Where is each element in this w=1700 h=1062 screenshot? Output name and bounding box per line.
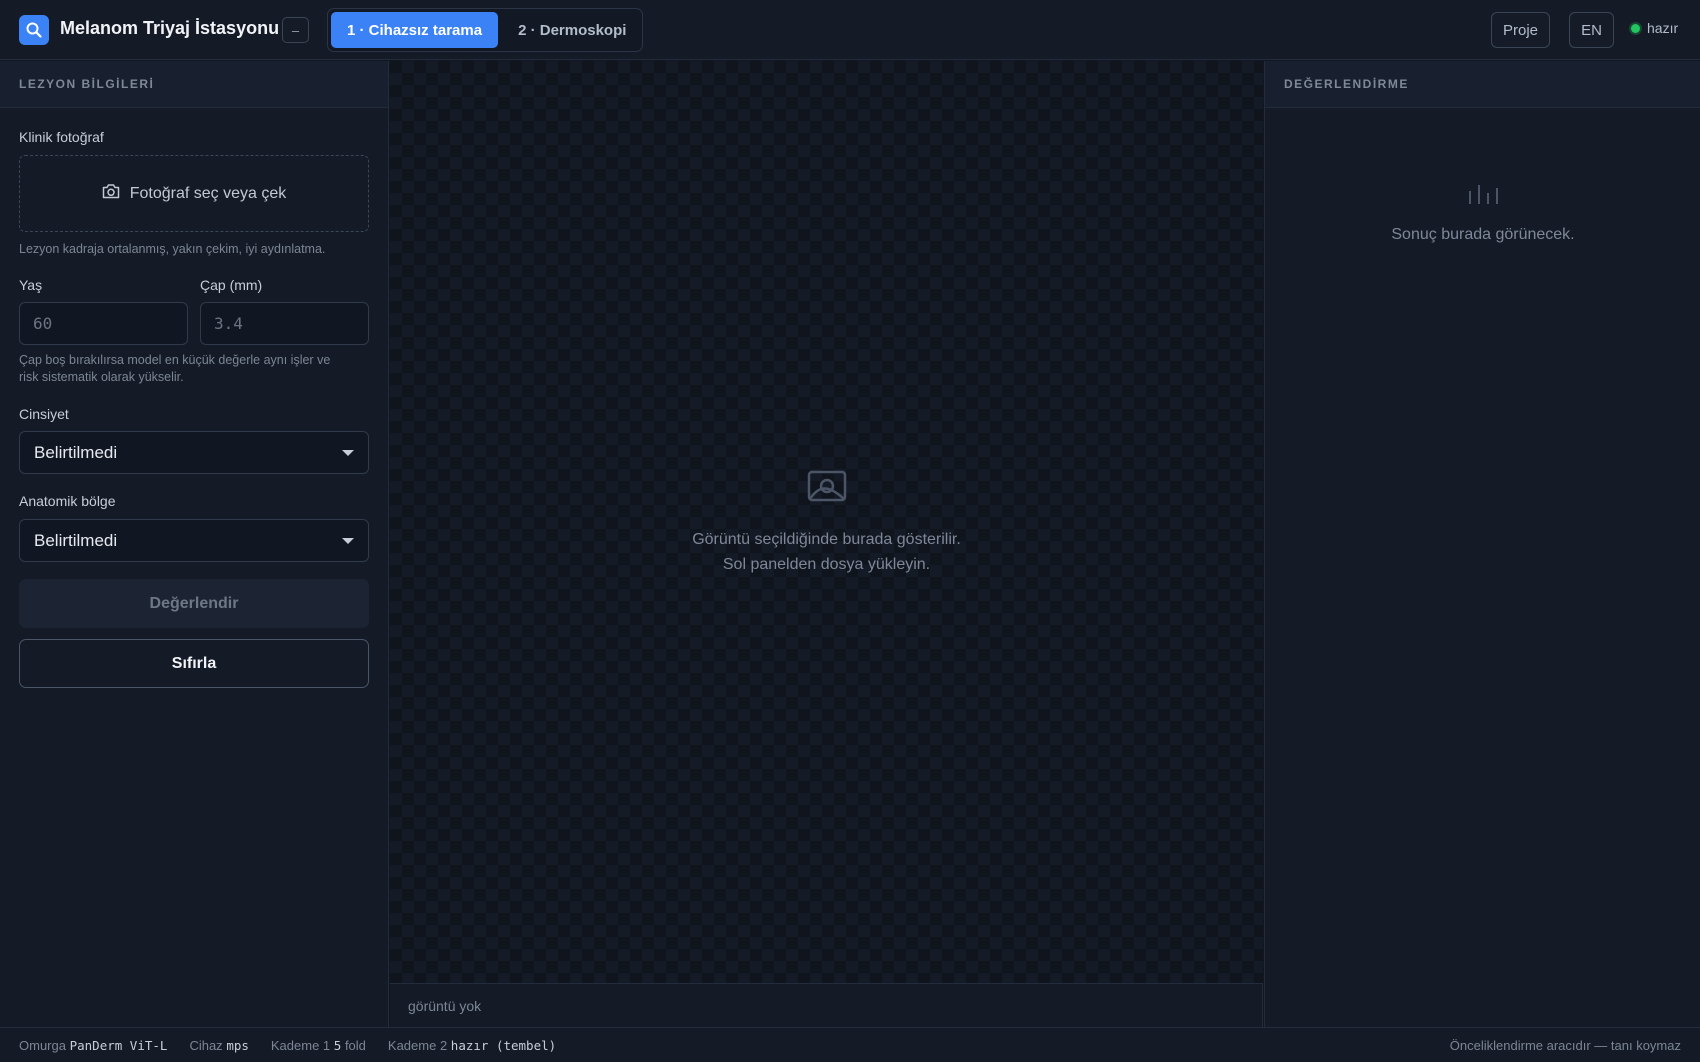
region-select[interactable]: Belirtilmedi bbox=[19, 519, 369, 562]
sex-select-value: Belirtilmedi bbox=[34, 442, 118, 462]
search-icon bbox=[19, 15, 49, 45]
app-title: Melanom Triyaj İstasyonu bbox=[60, 18, 280, 38]
region-select-value: Belirtilmedi bbox=[34, 530, 118, 550]
photo-upload-button[interactable]: Fotoğraf seç veya çek bbox=[19, 155, 369, 232]
mode-tabs: 1 · Cihazsız tarama 2 · Dermoskopi bbox=[327, 8, 643, 52]
project-button[interactable]: Proje bbox=[1491, 12, 1550, 48]
result-placeholder: Sonuç burada görünecek. bbox=[1265, 179, 1700, 244]
lesion-info-panel: LEZYON BİLGİLERİ Klinik fotoğraf Fotoğra… bbox=[0, 61, 389, 1027]
viewer-placeholder: Görüntü seçildiğinde burada gösterilir. … bbox=[390, 469, 1263, 577]
bar-chart-icon bbox=[1265, 179, 1700, 210]
status-text: hazır bbox=[1647, 20, 1679, 36]
age-input[interactable]: 60 bbox=[19, 302, 188, 345]
tab-dermoscopy[interactable]: 2 · Dermoskopi bbox=[502, 12, 642, 48]
disclaimer-text: Önceliklendirme aracıdır — tanı koymaz bbox=[1449, 1038, 1681, 1053]
tab-device-free-scan[interactable]: 1 · Cihazsız tarama bbox=[331, 12, 499, 48]
stage1-label: Kademe 1 bbox=[270, 1037, 331, 1053]
diameter-input[interactable]: 3.4 bbox=[200, 302, 369, 345]
stage2-value: hazır (tembel) bbox=[450, 1037, 557, 1053]
image-icon bbox=[390, 469, 1263, 509]
backbone-value: PanDerm ViT-L bbox=[69, 1037, 168, 1053]
device-info: Cihaz mps bbox=[189, 1038, 248, 1053]
language-button[interactable]: EN bbox=[1569, 12, 1614, 48]
viewer-footer-text: görüntü yok bbox=[408, 997, 482, 1014]
photo-hint: Lezyon kadraja ortalanmış, yakın çekim, … bbox=[19, 242, 326, 256]
backbone-info: Omurga PanDerm ViT-L bbox=[19, 1038, 167, 1053]
assessment-panel: DEĞERLENDİRME Sonuç burada görünecek. bbox=[1264, 61, 1700, 1027]
stage2-label: Kademe 2 bbox=[387, 1037, 448, 1053]
chevron-down-icon bbox=[342, 538, 354, 544]
stage1-value: 5 bbox=[333, 1037, 342, 1053]
viewer-placeholder-line-2: Sol panelden dosya yükleyin. bbox=[722, 556, 931, 573]
camera-icon bbox=[102, 183, 120, 204]
stage2-info: Kademe 2 hazır (tembel) bbox=[388, 1038, 556, 1053]
sex-label: Cinsiyet bbox=[19, 406, 69, 422]
diameter-label: Çap (mm) bbox=[200, 277, 263, 293]
image-viewer: Görüntü seçildiğinde burada gösterilir. … bbox=[390, 61, 1263, 983]
backbone-label: Omurga bbox=[19, 1037, 66, 1053]
panel-title: LEZYON BİLGİLERİ bbox=[0, 61, 388, 108]
evaluate-button[interactable]: Değerlendir bbox=[19, 579, 369, 628]
panel-title: DEĞERLENDİRME bbox=[1265, 61, 1700, 108]
reset-button[interactable]: Sıfırla bbox=[19, 639, 369, 688]
status-dot bbox=[1631, 23, 1640, 33]
sex-select[interactable]: Belirtilmedi bbox=[19, 431, 369, 474]
diameter-hint-line-2: risk sistematik olarak yükselir. bbox=[19, 370, 184, 384]
device-label: Cihaz bbox=[189, 1037, 223, 1053]
result-empty-text: Sonuç burada görünecek. bbox=[1391, 226, 1575, 243]
age-label: Yaş bbox=[19, 277, 43, 293]
photo-label: Klinik fotoğraf bbox=[19, 129, 104, 145]
stage1-info: Kademe 1 5 fold bbox=[271, 1038, 366, 1053]
top-bar: Melanom Triyaj İstasyonu – 1 · Cihazsız … bbox=[0, 0, 1700, 60]
diameter-hint-line-1: Çap boş bırakılırsa model en küçük değer… bbox=[19, 353, 331, 367]
viewer-footer: görüntü yok bbox=[390, 983, 1263, 1027]
upload-label: Fotoğraf seç veya çek bbox=[129, 184, 287, 202]
collapse-button[interactable]: – bbox=[282, 17, 309, 43]
device-value: mps bbox=[226, 1037, 249, 1053]
viewer-placeholder-line-1: Görüntü seçildiğinde burada gösterilir. bbox=[692, 531, 961, 548]
region-label: Anatomik bölge bbox=[19, 493, 116, 509]
chevron-down-icon bbox=[342, 450, 354, 456]
status-bar: Omurga PanDerm ViT-L Cihaz mps Kademe 1 … bbox=[0, 1027, 1700, 1062]
stage1-suffix: fold bbox=[344, 1037, 366, 1053]
status-indicator: hazır bbox=[1631, 20, 1678, 36]
